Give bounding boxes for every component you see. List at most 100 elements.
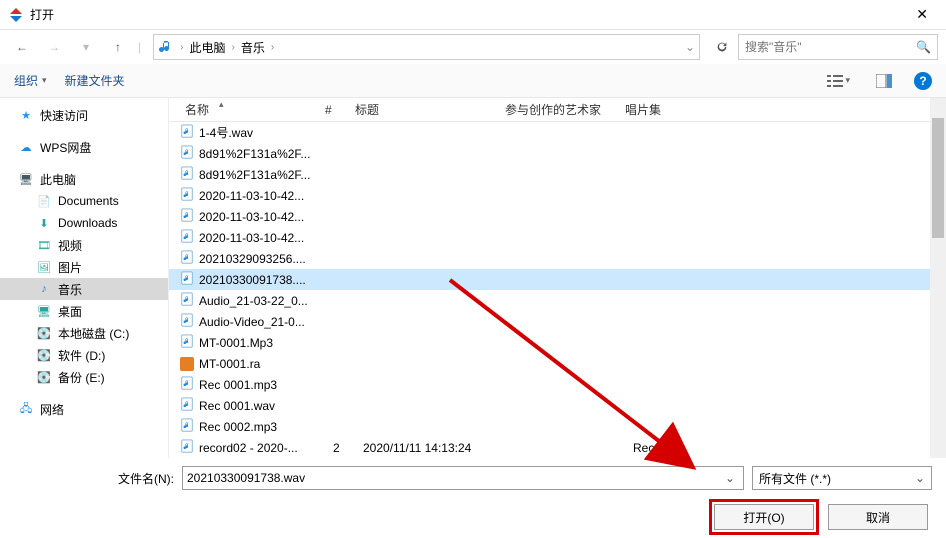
path-dropdown-icon[interactable]: ⌄ [685,40,695,54]
search-icon[interactable]: 🔍 [916,40,931,54]
recent-dropdown[interactable]: ▾ [72,33,100,61]
file-name: MT-0001.Mp3 [199,336,333,350]
up-button[interactable]: ↑ [104,33,132,61]
document-icon: 📄 [36,193,52,209]
sidebar-item-local-c[interactable]: 💽 本地磁盘 (C:) [0,322,168,344]
file-name: MT-0001.ra [199,357,333,371]
audio-file-icon [179,335,195,351]
sidebar-item-backup-e[interactable]: 💽 备份 (E:) [0,366,168,388]
nav-separator: | [138,40,141,54]
preview-pane-button[interactable] [872,72,896,90]
sidebar-item-downloads[interactable]: ⬇ Downloads [0,212,168,234]
sidebar-item-thispc[interactable]: 🖥 此电脑 [0,168,168,190]
drive-icon: 💽 [36,369,52,385]
file-row[interactable]: 8d91%2F131a%2F... [169,164,946,185]
file-row[interactable]: 20210329093256.... [169,248,946,269]
audio-file-icon [179,230,195,246]
dialog-body: ★ 快速访问 ☁ WPS网盘 🖥 此电脑 📄 Documents ⬇ Downl… [0,98,946,458]
file-row[interactable]: 20210330091738.... [169,269,946,290]
filename-dropdown-icon[interactable]: ⌄ [721,471,739,485]
refresh-button[interactable] [710,35,734,59]
file-area: ▴ 名称 # 标题 参与创作的艺术家 唱片集 1-4号.wav8d91%2F13… [168,98,946,458]
col-artist[interactable]: 参与创作的艺术家 [499,101,619,118]
file-row[interactable]: Audio-Video_21-0... [169,311,946,332]
audio-file-icon [179,398,195,414]
file-list[interactable]: 1-4号.wav8d91%2F131a%2F...8d91%2F131a%2F.… [169,122,946,458]
cloud-icon: ☁ [18,139,34,155]
file-name: 20210329093256.... [199,252,333,266]
open-button[interactable]: 打开(O) [714,504,814,530]
file-name: Rec 0001.wav [199,399,333,413]
file-name: Audio-Video_21-0... [199,315,333,329]
col-number[interactable]: # [319,103,349,117]
drive-icon: 💽 [36,347,52,363]
file-row[interactable]: Rec 0001.mp3 [169,374,946,395]
breadcrumb[interactable]: › 此电脑 › 音乐 › ⌄ [153,34,700,60]
network-icon: 🖧 [18,401,34,417]
sidebar-item-documents[interactable]: 📄 Documents [0,190,168,212]
scrollbar-thumb[interactable] [932,118,944,238]
file-row[interactable]: 2020-11-03-10-42... [169,206,946,227]
sidebar-item-desktop[interactable]: 🖥 桌面 [0,300,168,322]
col-title[interactable]: 标题 [349,101,499,118]
cancel-button[interactable]: 取消 [828,504,928,530]
file-name: Rec 0001.mp3 [199,378,333,392]
column-header: ▴ 名称 # 标题 参与创作的艺术家 唱片集 [169,98,946,122]
file-name: record02 - 2020-... [199,441,333,455]
sidebar: ★ 快速访问 ☁ WPS网盘 🖥 此电脑 📄 Documents ⬇ Downl… [0,98,168,458]
chevron-right-icon: › [178,42,185,53]
file-row[interactable]: MT-0001.ra [169,353,946,374]
back-button[interactable]: ← [8,33,36,61]
nav-row: ← → ▾ ↑ | › 此电脑 › 音乐 › ⌄ 🔍 [0,30,946,64]
crumb-music[interactable]: 音乐 [237,39,269,56]
filetype-filter[interactable]: 所有文件 (*.*) ⌄ [752,466,932,490]
file-row[interactable]: Rec 0001.wav [169,395,946,416]
file-title: 2020/11/11 14:13:24 [363,441,513,455]
audio-file-icon [179,272,195,288]
sidebar-item-soft-d[interactable]: 💽 软件 (D:) [0,344,168,366]
file-name: 2020-11-03-10-42... [199,210,333,224]
col-name[interactable]: ▴ 名称 [179,101,319,118]
sidebar-item-videos[interactable]: 🎞 视频 [0,234,168,256]
footer: 文件名(N): ⌄ 所有文件 (*.*) ⌄ 打开(O) 取消 [0,458,946,538]
filename-input[interactable] [187,471,721,485]
crumb-thispc[interactable]: 此电脑 [185,39,229,56]
forward-button[interactable]: → [40,33,68,61]
file-name: 20210330091738.... [199,273,333,287]
close-button[interactable]: ✕ [906,2,938,27]
new-folder-button[interactable]: 新建文件夹 [65,72,125,89]
search-box[interactable]: 🔍 [738,34,938,60]
file-row[interactable]: record02 - 2020-...22020/11/11 14:13:24R… [169,437,946,458]
view-mode-button[interactable]: ▾ [823,72,854,90]
sidebar-item-pictures[interactable]: 🖼 图片 [0,256,168,278]
sidebar-item-network[interactable]: 🖧 网络 [0,398,168,420]
organize-button[interactable]: 组织▾ [14,72,47,89]
scrollbar[interactable] [930,98,946,458]
file-row[interactable]: MT-0001.Mp3 [169,332,946,353]
col-album[interactable]: 唱片集 [619,101,946,118]
sidebar-item-quickaccess[interactable]: ★ 快速访问 [0,104,168,126]
filename-field[interactable]: ⌄ [182,466,744,490]
filter-dropdown-icon[interactable]: ⌄ [915,471,925,485]
sidebar-item-music[interactable]: ♪ 音乐 [0,278,168,300]
audio-file-icon [179,125,195,141]
file-row[interactable]: 2020-11-03-10-42... [169,227,946,248]
audio-file-icon [179,293,195,309]
sidebar-item-wps[interactable]: ☁ WPS网盘 [0,136,168,158]
help-button[interactable]: ? [914,72,932,90]
pc-icon: 🖥 [18,171,34,187]
window-title: 打开 [30,6,906,23]
file-row[interactable]: Audio_21-03-22_0... [169,290,946,311]
search-input[interactable] [745,40,916,54]
app-icon [8,7,24,23]
sort-asc-icon: ▴ [219,99,224,110]
audio-file-icon [179,209,195,225]
file-row[interactable]: 2020-11-03-10-42... [169,185,946,206]
file-row[interactable]: Rec 0002.mp3 [169,416,946,437]
file-row[interactable]: 1-4号.wav [169,122,946,143]
audio-file-icon [179,251,195,267]
audio-file-icon [179,146,195,162]
toolbar: 组织▾ 新建文件夹 ▾ ? [0,64,946,98]
audio-file-icon [179,440,195,456]
file-row[interactable]: 8d91%2F131a%2F... [169,143,946,164]
